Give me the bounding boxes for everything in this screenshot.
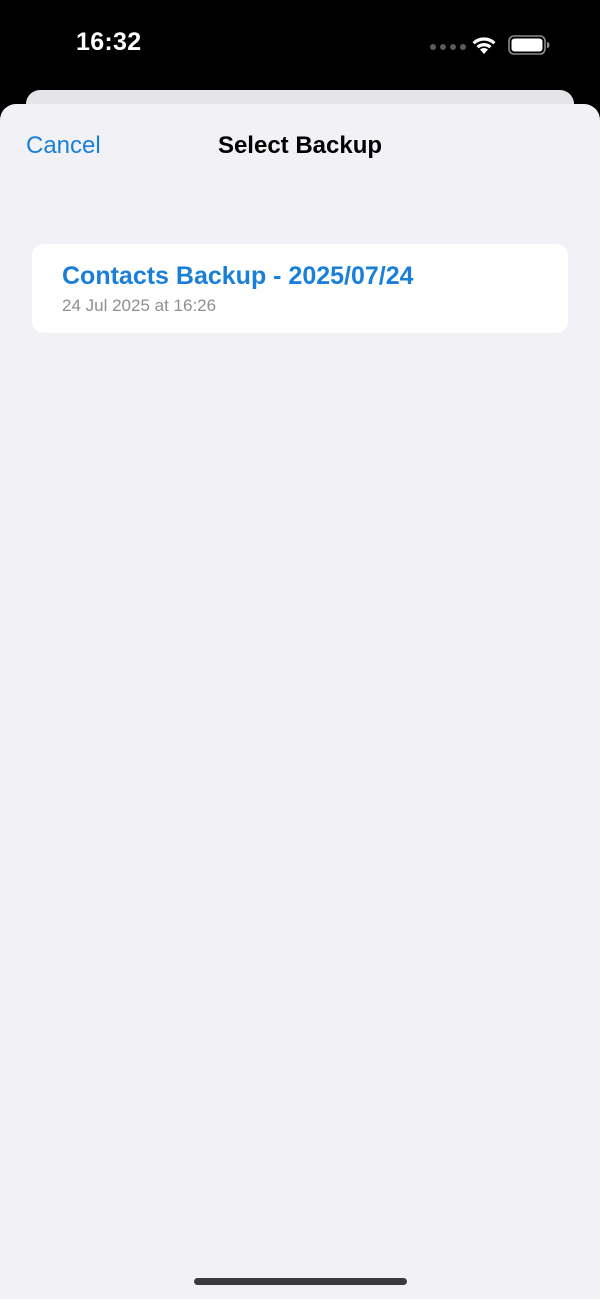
backup-item[interactable]: Contacts Backup - 2025/07/24 24 Jul 2025…: [32, 244, 568, 333]
status-time: 16:32: [76, 28, 142, 56]
battery-icon: [508, 35, 550, 55]
backup-title: Contacts Backup - 2025/07/24: [62, 262, 414, 290]
wifi-icon: [472, 37, 496, 54]
cancel-button[interactable]: Cancel: [26, 132, 101, 160]
status-bar: 16:32: [0, 0, 600, 90]
backup-list: Contacts Backup - 2025/07/24 24 Jul 2025…: [32, 244, 568, 333]
navigation-bar: Select Backup Cancel: [0, 104, 600, 194]
cellular-signal-icon: [430, 44, 466, 52]
backup-date: 24 Jul 2025 at 16:26: [62, 296, 217, 315]
phone-screen: 16:32 Select Backup Cancel Contacts Back…: [0, 0, 600, 1299]
select-backup-sheet: Select Backup Cancel Contacts Backup - 2…: [0, 104, 600, 1299]
home-indicator[interactable]: [194, 1278, 407, 1285]
